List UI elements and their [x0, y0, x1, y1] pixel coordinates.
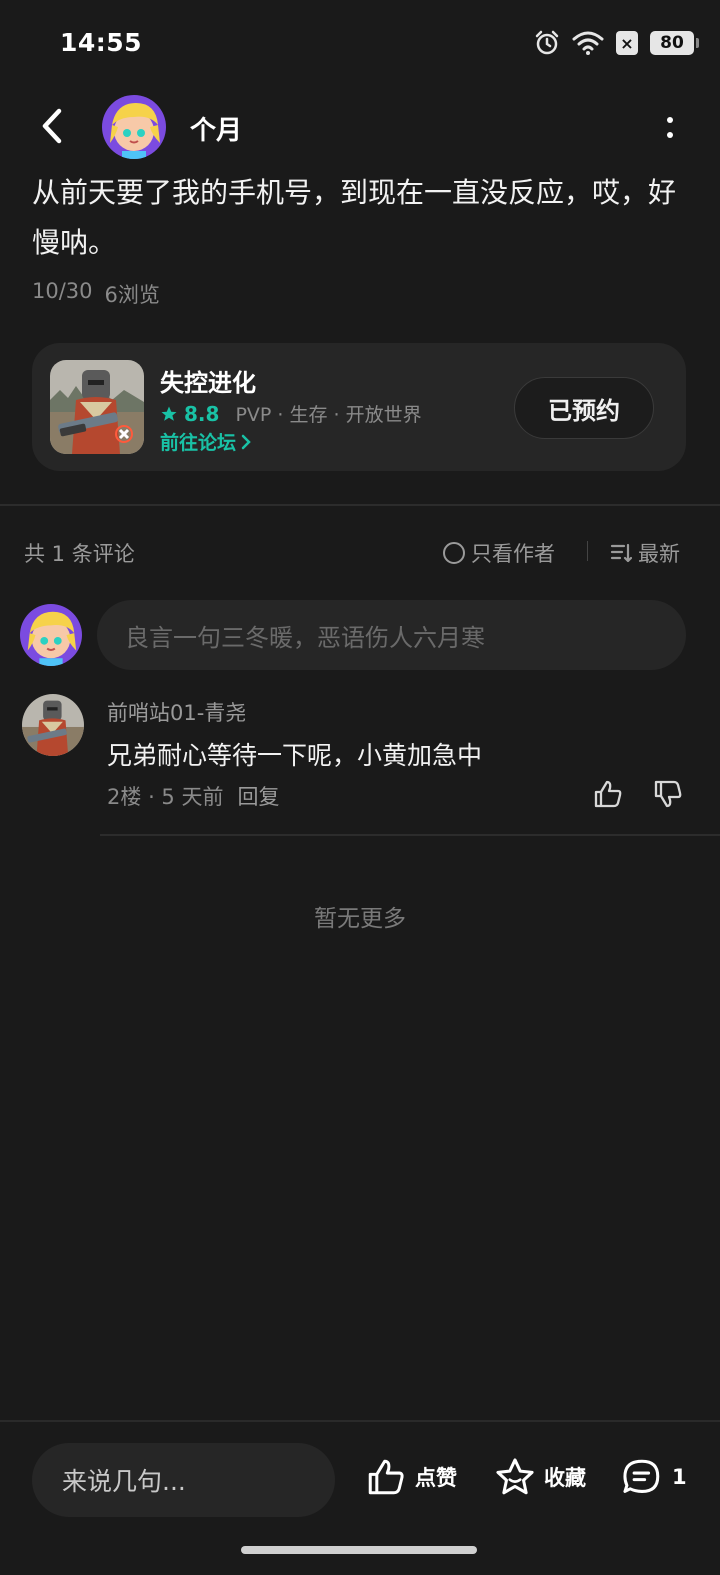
like-button[interactable]: 点赞	[365, 1456, 457, 1498]
radio-icon	[443, 542, 465, 564]
comment-icon	[623, 1459, 660, 1493]
only-author-toggle[interactable]: 只看作者	[443, 538, 555, 568]
status-icons: × 80	[534, 30, 699, 56]
game-icon[interactable]	[50, 360, 144, 454]
comment-text: 兄弟耐心等待一下呢，小黄加急中	[107, 741, 483, 770]
comment-count-badge: 1	[672, 1465, 687, 1489]
post-body: 从前天要了我的手机号，到现在一直没反应，哎，好慢呐。	[32, 176, 677, 259]
chevron-left-icon	[42, 108, 62, 144]
forum-link-label: 前往论坛	[160, 432, 237, 454]
battery-indicator: 80	[650, 31, 699, 55]
no-sim-icon: ×	[616, 31, 638, 55]
comment-input[interactable]: 良言一句三冬暖，恶语伤人六月寒	[97, 600, 686, 670]
thumbs-up-icon	[368, 1459, 404, 1495]
back-button[interactable]	[30, 104, 74, 148]
only-author-label: 只看作者	[471, 542, 555, 566]
separator	[587, 541, 588, 561]
game-tags: PVP · 生存 · 开放世界	[235, 404, 422, 426]
sort-icon	[610, 543, 632, 563]
forum-link[interactable]: 前往论坛	[160, 428, 252, 455]
status-time: 14:55	[60, 28, 143, 57]
alarm-icon	[535, 30, 559, 55]
divider	[0, 1420, 720, 1422]
sort-label: 最新	[638, 542, 680, 566]
comment-button[interactable]: 1	[620, 1456, 687, 1498]
author-avatar[interactable]	[102, 95, 166, 159]
game-rating: 8.8	[184, 401, 220, 426]
favorite-button[interactable]: 收藏	[494, 1456, 586, 1498]
comment-floor: 2楼	[107, 785, 142, 809]
post-date: 10/30	[32, 279, 93, 303]
comment-meta: 2楼 · 5 天前 回复	[107, 781, 279, 811]
comment-time: 5 天前	[161, 785, 224, 809]
commenter-avatar[interactable]	[22, 694, 84, 756]
star-outline-icon	[496, 1458, 534, 1495]
game-rating-row: 8.8 PVP · 生存 · 开放世界	[160, 400, 422, 427]
reply-button[interactable]: 回复	[237, 781, 279, 811]
author-name[interactable]: 个月	[190, 110, 242, 147]
home-indicator[interactable]	[241, 1546, 477, 1554]
no-more-label: 暂无更多	[314, 906, 406, 932]
my-avatar	[20, 604, 82, 666]
divider	[0, 504, 720, 506]
thumbs-down-icon[interactable]	[652, 778, 684, 810]
thumbs-up-icon[interactable]	[592, 778, 624, 810]
like-label: 点赞	[415, 1466, 457, 1490]
wifi-icon	[572, 31, 604, 55]
star-icon	[161, 406, 177, 421]
post-views: 6浏览	[104, 283, 160, 307]
post-meta: 10/30 6浏览	[32, 279, 160, 309]
comment-count: 共 1 条评论	[24, 542, 135, 566]
divider	[100, 834, 720, 836]
more-options-icon[interactable]	[660, 112, 680, 142]
favorite-label: 收藏	[544, 1466, 586, 1490]
reserved-button[interactable]: 已预约	[514, 377, 654, 439]
chevron-right-icon	[241, 434, 251, 449]
sort-button[interactable]: 最新	[610, 538, 680, 568]
game-name[interactable]: 失控进化	[160, 363, 256, 398]
bottom-comment-input[interactable]: 来说几句...	[32, 1443, 335, 1517]
commenter-name[interactable]: 前哨站01-青尧	[107, 697, 246, 727]
